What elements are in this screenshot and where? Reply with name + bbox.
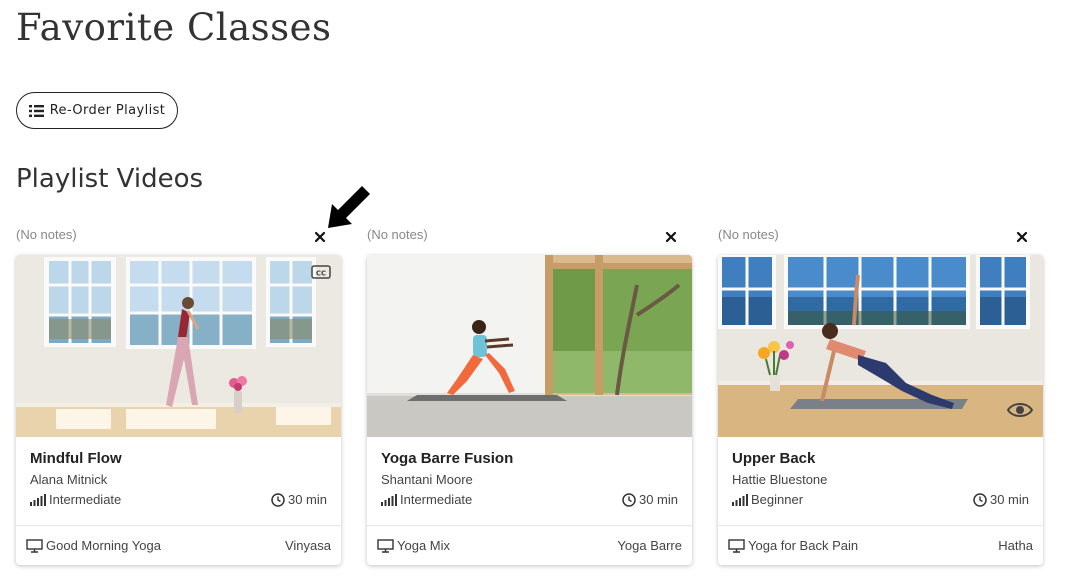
duration-label: 30 min bbox=[989, 492, 1029, 507]
page-title: Favorite Classes bbox=[16, 6, 332, 49]
class-card[interactable]: CC Mindful Flow Alana Mitnick Intermedia… bbox=[16, 255, 341, 565]
series-link[interactable]: Yoga for Back Pain bbox=[748, 538, 858, 553]
series-link[interactable]: Yoga Mix bbox=[397, 538, 450, 553]
remove-icon[interactable] bbox=[1016, 231, 1028, 243]
pointer-arrow-icon bbox=[328, 186, 370, 228]
eye-icon bbox=[1007, 403, 1033, 417]
duration-label: 30 min bbox=[287, 492, 327, 507]
level-label: Beginner bbox=[751, 492, 804, 507]
level-bars-icon bbox=[732, 493, 748, 506]
duration-label: 30 min bbox=[638, 492, 678, 507]
monitor-icon bbox=[26, 538, 43, 553]
monitor-icon bbox=[377, 538, 394, 553]
series-link[interactable]: Good Morning Yoga bbox=[46, 538, 161, 553]
clock-icon bbox=[973, 492, 987, 507]
remove-icon[interactable] bbox=[665, 231, 677, 243]
class-card[interactable]: Yoga Barre Fusion Shantani Moore Interme… bbox=[367, 255, 692, 565]
monitor-icon bbox=[728, 538, 745, 553]
notes-text: (No notes) bbox=[16, 227, 77, 242]
clock-icon bbox=[271, 492, 285, 507]
teacher-name[interactable]: Alana Mitnick bbox=[30, 472, 327, 487]
level-bars-icon bbox=[30, 493, 46, 506]
notes-text: (No notes) bbox=[367, 227, 428, 242]
reorder-playlist-label: Re-Order Playlist bbox=[49, 103, 166, 118]
level-label: Intermediate bbox=[400, 492, 473, 507]
notes-text: (No notes) bbox=[718, 227, 779, 242]
reorder-playlist-button[interactable]: Re-Order Playlist bbox=[16, 92, 178, 129]
class-title[interactable]: Mindful Flow bbox=[30, 450, 327, 467]
svg-text:CC: CC bbox=[316, 270, 326, 278]
class-thumbnail[interactable] bbox=[718, 255, 1043, 437]
class-thumbnail[interactable] bbox=[367, 255, 692, 437]
clock-icon bbox=[622, 492, 636, 507]
class-title[interactable]: Yoga Barre Fusion bbox=[381, 450, 678, 467]
style-label[interactable]: Yoga Barre bbox=[617, 538, 682, 553]
class-card[interactable]: Upper Back Hattie Bluestone Beginner 30 … bbox=[718, 255, 1043, 565]
section-title: Playlist Videos bbox=[16, 164, 204, 194]
remove-icon[interactable] bbox=[314, 231, 326, 243]
closed-captions-icon: CC bbox=[311, 265, 331, 279]
teacher-name[interactable]: Shantani Moore bbox=[381, 472, 678, 487]
level-bars-icon bbox=[381, 493, 397, 506]
class-title[interactable]: Upper Back bbox=[732, 450, 1029, 467]
playlist-item: (No notes) bbox=[718, 226, 1043, 566]
class-thumbnail[interactable]: CC bbox=[16, 255, 341, 437]
style-label[interactable]: Hatha bbox=[998, 538, 1033, 553]
style-label[interactable]: Vinyasa bbox=[285, 538, 331, 553]
teacher-name[interactable]: Hattie Bluestone bbox=[732, 472, 1029, 487]
level-label: Intermediate bbox=[49, 492, 122, 507]
playlist-item: (No notes) bbox=[16, 226, 341, 566]
playlist-item: (No notes) bbox=[367, 226, 692, 566]
list-icon bbox=[28, 104, 44, 117]
